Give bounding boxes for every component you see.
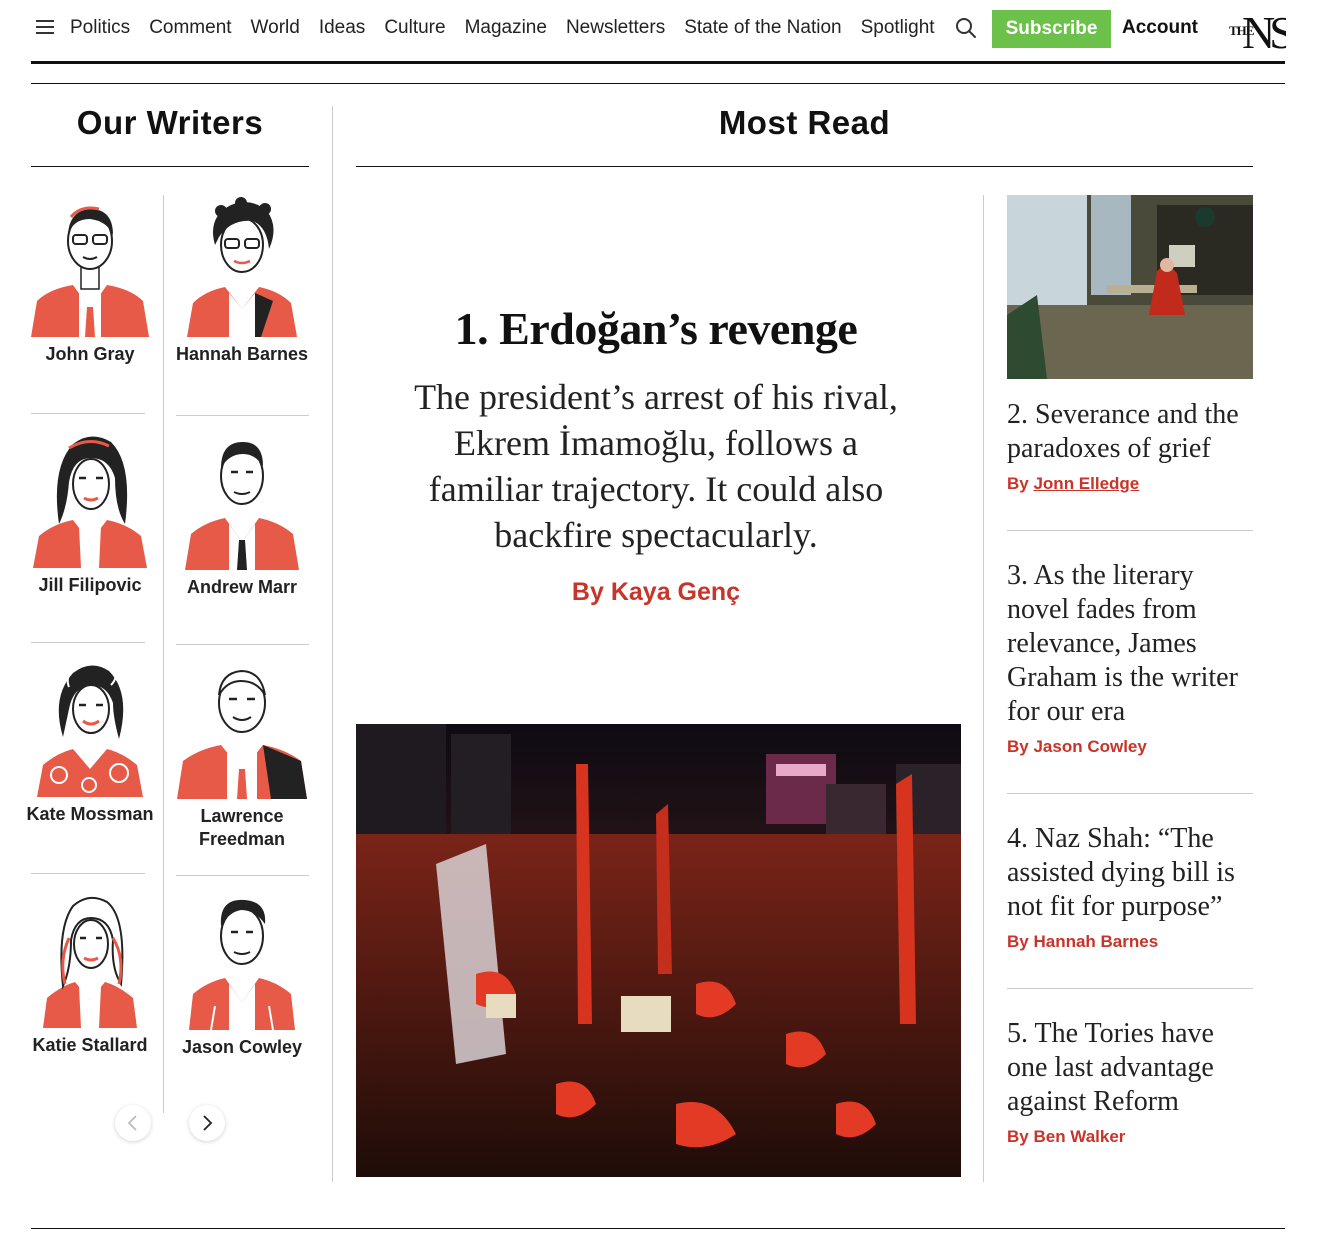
top-navigation: Politics Comment World Ideas Culture Magazine… bbox=[0, 0, 1337, 60]
writer-portrait bbox=[43, 896, 137, 1028]
most-read-article-3[interactable]: 3. As the literary novel fades from rele… bbox=[1007, 559, 1253, 757]
nav-item-ideas[interactable]: Ideas bbox=[319, 17, 365, 39]
nav-item-spotlight[interactable]: Spotlight bbox=[861, 17, 935, 39]
writer-portrait bbox=[33, 436, 147, 568]
most-read-heading: Most Read bbox=[718, 104, 891, 141]
section-bottom-rule bbox=[31, 1228, 1285, 1229]
writer-name: Kate Mossman bbox=[26, 804, 154, 824]
byline-prefix: By bbox=[1007, 932, 1029, 951]
article-title[interactable]: 4. Naz Shah: “The assisted dying bill is… bbox=[1007, 822, 1253, 924]
writers-column-divider bbox=[163, 195, 164, 1113]
most-read-article-2[interactable]: 2. Severance and the paradoxes of grief … bbox=[1007, 398, 1253, 494]
writer-divider bbox=[31, 873, 145, 874]
account-link[interactable]: Account bbox=[1122, 17, 1198, 39]
nav-item-politics[interactable]: Politics bbox=[70, 17, 130, 39]
nav-item-comment[interactable]: Comment bbox=[149, 17, 231, 39]
carousel-next-button[interactable] bbox=[189, 1105, 225, 1141]
nav-item-magazine[interactable]: Magazine bbox=[465, 17, 547, 39]
writer-portrait bbox=[185, 442, 299, 570]
writer-portrait bbox=[31, 206, 149, 337]
nav-item-culture[interactable]: Culture bbox=[384, 17, 445, 39]
article-divider bbox=[1007, 530, 1253, 531]
author-link[interactable]: Ben Walker bbox=[1033, 1127, 1125, 1146]
article-divider bbox=[1007, 988, 1253, 989]
most-read-article-4[interactable]: 4. Naz Shah: “The assisted dying bill is… bbox=[1007, 822, 1253, 952]
writer-divider bbox=[176, 644, 309, 645]
severance-still-photo bbox=[1007, 195, 1253, 379]
writer-portrait bbox=[177, 669, 307, 799]
writer-name: Hannah Barnes bbox=[175, 344, 309, 364]
most-read-rule bbox=[356, 166, 1253, 167]
writer-divider bbox=[176, 415, 309, 416]
article-title[interactable]: 3. As the literary novel fades from rele… bbox=[1007, 559, 1253, 729]
most-read-column-divider bbox=[983, 195, 984, 1182]
writer-divider bbox=[31, 413, 145, 414]
subscribe-button[interactable]: Subscribe bbox=[992, 10, 1111, 48]
chevron-left-icon bbox=[127, 1115, 137, 1131]
byline-prefix: By bbox=[1007, 1127, 1029, 1146]
writer-name: Katie Stallard bbox=[32, 1035, 148, 1055]
writer-card-katie-stallard[interactable]: Katie Stallard bbox=[23, 888, 157, 1057]
byline-prefix: By bbox=[1007, 474, 1029, 493]
our-writers-heading: Our Writers bbox=[76, 104, 264, 141]
nav-item-state-of-the-nation[interactable]: State of the Nation bbox=[684, 17, 841, 39]
header-rule-thick bbox=[31, 61, 1285, 64]
writer-card-lawrence-freedman[interactable]: Lawrence Freedman bbox=[175, 659, 309, 851]
featured-article-title[interactable]: 1. Erdoğan’s revenge bbox=[376, 302, 936, 355]
protest-crowd-photo bbox=[356, 724, 961, 1177]
author-link[interactable]: Hannah Barnes bbox=[1033, 932, 1158, 951]
featured-article-image[interactable] bbox=[356, 724, 961, 1177]
writer-divider bbox=[176, 875, 309, 876]
article-byline: By Jonn Elledge bbox=[1007, 474, 1253, 494]
byline-prefix: By bbox=[1007, 737, 1029, 756]
nav-links: Politics Comment World Ideas Culture Magazine… bbox=[70, 17, 942, 43]
writer-name: Jill Filipovic bbox=[38, 575, 142, 595]
featured-article-byline[interactable]: By Kaya Genç bbox=[376, 578, 936, 607]
writer-portrait bbox=[187, 197, 297, 337]
writer-card-jason-cowley[interactable]: Jason Cowley bbox=[175, 890, 309, 1059]
writer-divider bbox=[31, 642, 145, 643]
author-link[interactable]: Jonn Elledge bbox=[1033, 474, 1139, 493]
writer-name: John Gray bbox=[45, 344, 135, 364]
chevron-right-icon bbox=[203, 1115, 213, 1131]
writer-portrait bbox=[37, 665, 143, 797]
writer-name: Andrew Marr bbox=[186, 577, 298, 597]
article-divider bbox=[1007, 793, 1253, 794]
header-rule-thin bbox=[31, 83, 1285, 84]
carousel-prev-button[interactable] bbox=[115, 1105, 151, 1141]
menu-icon[interactable] bbox=[36, 19, 56, 35]
writer-card-john-gray[interactable]: John Gray bbox=[23, 197, 157, 366]
article-byline: By Jason Cowley bbox=[1007, 737, 1253, 757]
nav-item-world[interactable]: World bbox=[251, 17, 300, 39]
writer-portrait bbox=[189, 899, 295, 1030]
search-icon[interactable] bbox=[954, 16, 978, 40]
writer-card-hannah-barnes[interactable]: Hannah Barnes bbox=[175, 197, 309, 366]
section-divider bbox=[332, 106, 333, 1182]
article-title[interactable]: 5. The Tories have one last advantage ag… bbox=[1007, 1017, 1253, 1119]
article-title[interactable]: 2. Severance and the paradoxes of grief bbox=[1007, 398, 1253, 466]
writer-card-jill-filipovic[interactable]: Jill Filipovic bbox=[23, 428, 157, 597]
article-byline: By Hannah Barnes bbox=[1007, 932, 1253, 952]
most-read-article-5[interactable]: 5. The Tories have one last advantage ag… bbox=[1007, 1017, 1253, 1147]
article-byline: By Ben Walker bbox=[1007, 1127, 1253, 1147]
author-link[interactable]: Jason Cowley bbox=[1033, 737, 1146, 756]
our-writers-rule bbox=[31, 166, 309, 167]
nav-item-newsletters[interactable]: Newsletters bbox=[566, 17, 665, 39]
severance-article-image[interactable] bbox=[1007, 195, 1253, 379]
writer-card-kate-mossman[interactable]: Kate Mossman bbox=[23, 657, 157, 826]
svg-text:NS: NS bbox=[1242, 7, 1286, 54]
featured-article-standfirst: The president’s arrest of his rival, Ekr… bbox=[414, 377, 898, 555]
writer-name: Lawrence Freedman bbox=[198, 806, 286, 849]
writer-card-andrew-marr[interactable]: Andrew Marr bbox=[175, 430, 309, 599]
writer-name: Jason Cowley bbox=[181, 1037, 303, 1057]
new-statesman-logo[interactable]: THE NS bbox=[1228, 4, 1286, 54]
